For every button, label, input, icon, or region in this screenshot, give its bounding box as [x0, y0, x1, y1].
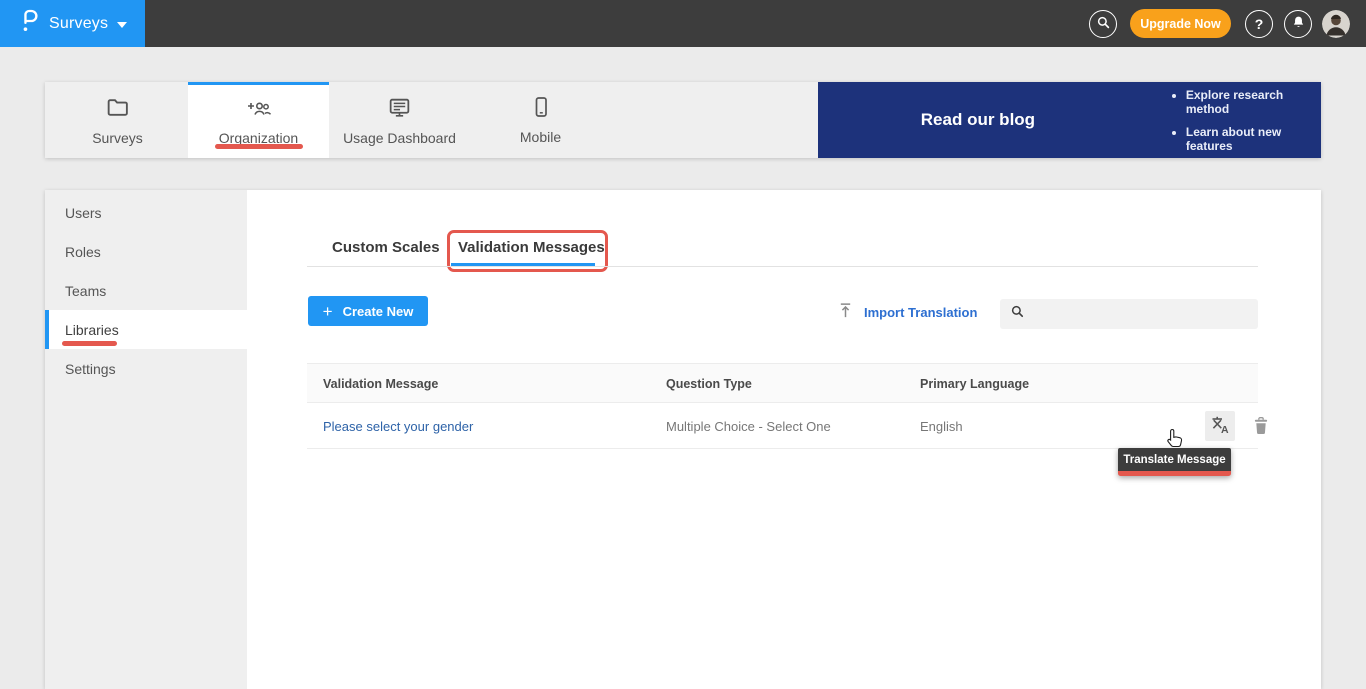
sidebar-item-label: Teams: [65, 283, 106, 299]
tab-validation-messages[interactable]: Validation Messages: [458, 239, 605, 256]
organization-sidebar: Users Roles Teams Libraries Settings: [45, 190, 247, 689]
module-tab-label: Surveys: [92, 130, 143, 146]
module-tab-label: Usage Dashboard: [343, 130, 456, 146]
topbar: Surveys Upgrade Now ?: [0, 0, 1366, 47]
product-label: Surveys: [49, 15, 108, 33]
sidebar-item-users[interactable]: Users: [45, 193, 247, 232]
plus-icon: +: [323, 303, 333, 320]
upload-icon: [838, 302, 853, 322]
svg-text:A: A: [1221, 424, 1229, 436]
user-avatar[interactable]: [1322, 10, 1350, 38]
delete-message-button[interactable]: [1251, 415, 1271, 437]
blog-banner-title: Read our blog: [878, 110, 1078, 130]
column-header-question-type: Question Type: [666, 364, 752, 404]
module-tab-organization[interactable]: Organization: [188, 82, 329, 158]
question-mark-icon: ?: [1255, 16, 1264, 32]
module-tab-usage-dashboard[interactable]: Usage Dashboard: [329, 82, 470, 158]
search-icon: [1096, 15, 1111, 33]
annotation-underline-libraries: [62, 341, 117, 346]
column-header-validation-message: Validation Message: [323, 364, 438, 404]
create-new-button[interactable]: + Create New: [308, 296, 428, 326]
add-people-icon: [245, 98, 273, 123]
blog-bullet: Learn about new features: [1186, 125, 1321, 153]
import-translation-link[interactable]: Import Translation: [838, 302, 977, 322]
questionpro-logo-icon: [20, 7, 40, 40]
sidebar-item-label: Roles: [65, 244, 101, 260]
annotation-underline-organization: [215, 144, 303, 149]
annotation-underline-tooltip: [1118, 471, 1231, 476]
module-tab-mobile[interactable]: Mobile: [470, 82, 611, 158]
translate-message-tooltip: Translate Message: [1118, 448, 1231, 476]
bell-icon: [1291, 15, 1306, 33]
blog-bullet: Explore research method: [1186, 88, 1321, 116]
question-type-cell: Multiple Choice - Select One: [666, 403, 831, 449]
table-search-box: [1000, 299, 1258, 329]
help-button[interactable]: ?: [1245, 10, 1273, 38]
sidebar-item-settings[interactable]: Settings: [45, 349, 247, 388]
sidebar-item-label: Settings: [65, 361, 116, 377]
tab-custom-scales[interactable]: Custom Scales: [332, 239, 440, 256]
mobile-icon: [529, 95, 553, 122]
upgrade-now-button[interactable]: Upgrade Now: [1130, 9, 1231, 38]
translate-message-button[interactable]: A: [1205, 411, 1235, 441]
module-tab-surveys[interactable]: Surveys: [47, 82, 188, 158]
create-new-label: Create New: [343, 304, 414, 319]
product-switcher[interactable]: Surveys: [0, 0, 145, 47]
column-header-primary-language: Primary Language: [920, 364, 1029, 404]
main-panel: Users Roles Teams Libraries Settings Cus…: [45, 190, 1321, 689]
dashboard-icon: [387, 95, 412, 123]
import-translation-label: Import Translation: [864, 305, 977, 320]
primary-language-cell: English: [920, 403, 963, 449]
search-input[interactable]: [1033, 307, 1258, 322]
topbar-search-button[interactable]: [1089, 10, 1117, 38]
blog-banner[interactable]: Read our blog Explore research method Le…: [818, 82, 1321, 158]
table-row: Please select your gender Multiple Choic…: [307, 403, 1258, 449]
search-icon: [1010, 304, 1025, 324]
caret-down-icon: [117, 15, 127, 33]
sidebar-item-teams[interactable]: Teams: [45, 271, 247, 310]
sidebar-item-libraries[interactable]: Libraries: [45, 310, 247, 349]
sidebar-item-roles[interactable]: Roles: [45, 232, 247, 271]
sidebar-item-label: Libraries: [65, 322, 119, 338]
blog-banner-bullets: Explore research method Learn about new …: [1170, 88, 1321, 153]
folder-icon: [105, 95, 130, 123]
tabs-divider: [307, 266, 1258, 267]
notifications-button[interactable]: [1284, 10, 1312, 38]
module-tab-label: Mobile: [520, 129, 561, 145]
validation-message-link[interactable]: Please select your gender: [323, 403, 473, 449]
tooltip-label: Translate Message: [1118, 448, 1231, 471]
sidebar-item-label: Users: [65, 205, 102, 221]
translate-icon: A: [1209, 414, 1231, 439]
module-nav-card: Surveys Organization: [45, 82, 1321, 158]
trash-icon: [1252, 415, 1270, 438]
table-header-row: Validation Message Question Type Primary…: [307, 363, 1258, 403]
module-tabs: Surveys Organization: [47, 82, 611, 158]
app-root: Surveys Upgrade Now ?: [0, 0, 1366, 689]
